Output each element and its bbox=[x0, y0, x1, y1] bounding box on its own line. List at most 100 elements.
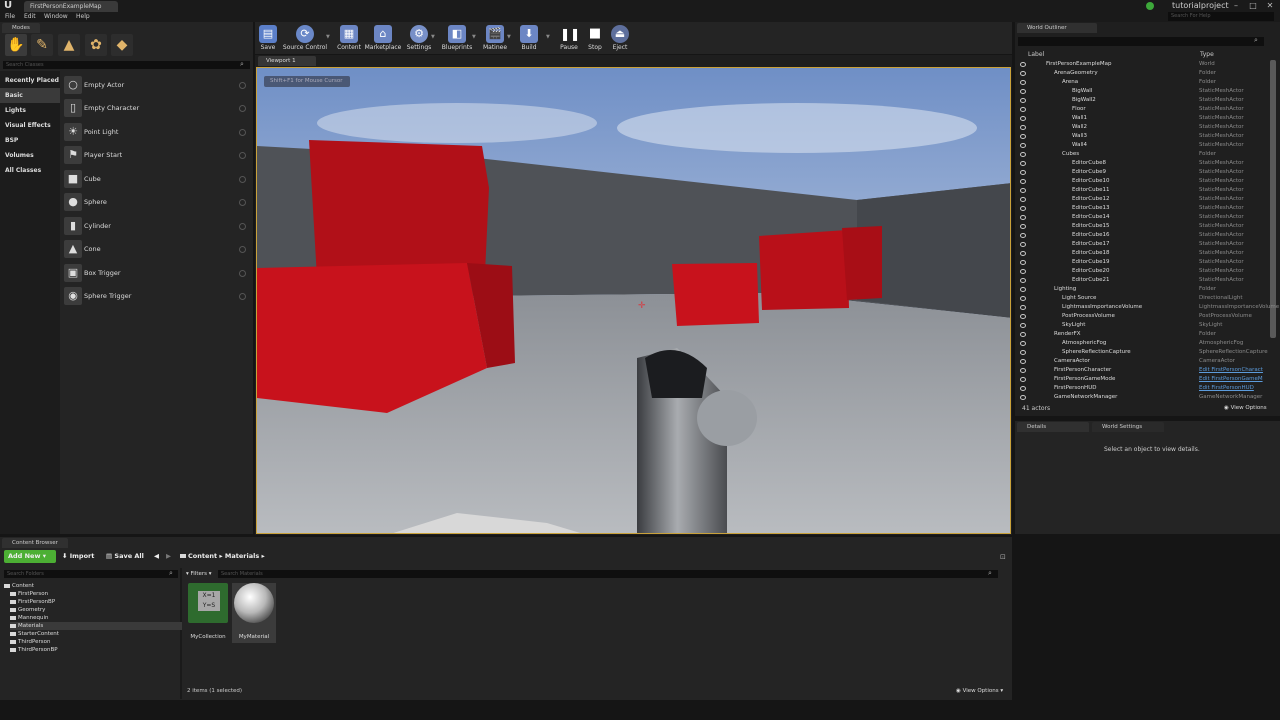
cb-view-options[interactable]: ◉ View Options ▾ bbox=[956, 688, 1003, 694]
visibility-eye-icon[interactable] bbox=[1020, 134, 1026, 139]
outliner-row[interactable]: Wall1 StaticMeshActor bbox=[1016, 114, 1278, 123]
outliner-row[interactable]: EditorCube13 StaticMeshActor bbox=[1016, 204, 1278, 213]
matinee-dropdown-icon[interactable]: ▼ bbox=[507, 34, 511, 40]
visibility-eye-icon[interactable] bbox=[1020, 62, 1026, 67]
visibility-eye-icon[interactable] bbox=[1020, 206, 1026, 211]
outliner-row[interactable]: EditorCube15 StaticMeshActor bbox=[1016, 222, 1278, 231]
geometry-mode-icon[interactable]: ◆ bbox=[111, 34, 133, 56]
outliner-row[interactable]: FirstPersonCharacter Edit FirstPersonChar… bbox=[1016, 366, 1278, 375]
outliner-row[interactable]: FirstPersonGameMode Edit FirstPersonGameM bbox=[1016, 375, 1278, 384]
outliner-row[interactable]: Cubes Folder bbox=[1016, 150, 1278, 159]
history-forward-icon[interactable]: ▶ bbox=[166, 550, 171, 563]
visibility-eye-icon[interactable] bbox=[1020, 251, 1026, 256]
landscape-mode-icon[interactable]: ▲ bbox=[58, 34, 80, 56]
folder-tree-item[interactable]: FirstPersonBP bbox=[10, 598, 55, 606]
visibility-eye-icon[interactable] bbox=[1020, 71, 1026, 76]
category-recently-placed[interactable]: Recently Placed bbox=[0, 73, 60, 88]
visibility-eye-icon[interactable] bbox=[1020, 386, 1026, 391]
maximize-icon[interactable]: □ bbox=[1245, 0, 1261, 12]
visibility-eye-icon[interactable] bbox=[1020, 314, 1026, 319]
outliner-row-type[interactable]: Edit FirstPersonHUD bbox=[1199, 384, 1254, 393]
outliner-row[interactable]: FirstPersonExampleMap World bbox=[1016, 60, 1278, 69]
outliner-row[interactable]: EditorCube9 StaticMeshActor bbox=[1016, 168, 1278, 177]
place-item-cylinder[interactable]: ▮ Cylinder bbox=[62, 215, 250, 237]
outliner-row[interactable]: LightmassImportanceVolume LightmassImport… bbox=[1016, 303, 1279, 312]
outliner-row[interactable]: BigWall2 StaticMeshActor bbox=[1016, 96, 1278, 105]
place-item-empty-character[interactable]: ▯ Empty Character bbox=[62, 97, 250, 119]
menu-edit[interactable]: Edit bbox=[24, 12, 36, 22]
place-item-box-trigger[interactable]: ▣ Box Trigger bbox=[62, 262, 250, 284]
asset-mycollection[interactable]: X=1 Y=S MyCollection bbox=[186, 583, 230, 643]
content-browser-tab[interactable]: Content Browser bbox=[2, 538, 68, 548]
world-settings-tab[interactable]: World Settings bbox=[1092, 422, 1164, 432]
save-all-button[interactable]: ▤ Save All bbox=[106, 550, 144, 563]
outliner-row[interactable]: EditorCube17 StaticMeshActor bbox=[1016, 240, 1278, 249]
outliner-row[interactable]: EditorCube12 StaticMeshActor bbox=[1016, 195, 1278, 204]
details-tab[interactable]: Details bbox=[1017, 422, 1089, 432]
menu-window[interactable]: Window bbox=[44, 12, 68, 22]
visibility-eye-icon[interactable] bbox=[1020, 359, 1026, 364]
visibility-eye-icon[interactable] bbox=[1020, 170, 1026, 175]
outliner-row[interactable]: SkyLight SkyLight bbox=[1016, 321, 1278, 330]
build-dropdown-icon[interactable]: ▼ bbox=[546, 34, 550, 40]
filters-button[interactable]: ▾ Filters ▾ bbox=[186, 570, 212, 578]
place-item-sphere[interactable]: ● Sphere bbox=[62, 191, 250, 213]
viewport-scene[interactable]: ✛ bbox=[256, 67, 1011, 534]
modes-tab[interactable]: Modes bbox=[2, 23, 40, 33]
outliner-row[interactable]: RenderFX Folder bbox=[1016, 330, 1278, 339]
category-all-classes[interactable]: All Classes bbox=[0, 163, 60, 178]
visibility-eye-icon[interactable] bbox=[1020, 260, 1026, 265]
history-back-icon[interactable]: ◀ bbox=[154, 550, 159, 563]
folder-tree-item[interactable]: FirstPerson bbox=[10, 590, 48, 598]
category-volumes[interactable]: Volumes bbox=[0, 148, 60, 163]
folder-tree-item[interactable]: Materials bbox=[10, 622, 182, 630]
visibility-eye-icon[interactable] bbox=[1020, 161, 1026, 166]
visibility-eye-icon[interactable] bbox=[1020, 152, 1026, 157]
place-item-sphere-trigger[interactable]: ◉ Sphere Trigger bbox=[62, 285, 250, 307]
visibility-eye-icon[interactable] bbox=[1020, 179, 1026, 184]
outliner-row[interactable]: EditorCube19 StaticMeshActor bbox=[1016, 258, 1278, 267]
outliner-row[interactable]: EditorCube10 StaticMeshActor bbox=[1016, 177, 1278, 186]
folder-tree-item[interactable]: ThirdPerson bbox=[10, 638, 51, 646]
visibility-eye-icon[interactable] bbox=[1020, 287, 1026, 292]
outliner-row[interactable]: CameraActor CameraActor bbox=[1016, 357, 1278, 366]
visibility-eye-icon[interactable] bbox=[1020, 341, 1026, 346]
outliner-row[interactable]: EditorCube21 StaticMeshActor bbox=[1016, 276, 1278, 285]
breadcrumb-materials[interactable]: Materials bbox=[225, 552, 259, 560]
outliner-row[interactable]: EditorCube14 StaticMeshActor bbox=[1016, 213, 1278, 222]
outliner-row[interactable]: Floor StaticMeshActor bbox=[1016, 105, 1278, 114]
stop-button[interactable]: ■ Stop bbox=[585, 22, 605, 54]
category-bsp[interactable]: BSP bbox=[0, 133, 60, 148]
outliner-row[interactable]: FirstPersonHUD Edit FirstPersonHUD bbox=[1016, 384, 1278, 393]
viewport-tab[interactable]: Viewport 1 bbox=[258, 56, 316, 66]
search-help-input[interactable]: Search For Help bbox=[1168, 12, 1274, 21]
outliner-row-type[interactable]: Edit FirstPersonCharact bbox=[1199, 366, 1263, 375]
build-button[interactable]: ⬇ Build bbox=[518, 22, 540, 54]
asset-mymaterial[interactable]: MyMaterial bbox=[232, 583, 276, 643]
marketplace-button[interactable]: ⌂ Marketplace bbox=[364, 22, 402, 54]
folder-tree-item[interactable]: Mannequin bbox=[10, 614, 48, 622]
outliner-row[interactable]: EditorCube11 StaticMeshActor bbox=[1016, 186, 1278, 195]
outliner-search-input[interactable] bbox=[1018, 37, 1264, 46]
breadcrumb-content[interactable]: Content bbox=[188, 552, 217, 560]
place-item-cone[interactable]: ▲ Cone bbox=[62, 238, 250, 260]
source-control-button[interactable]: ⟳ Source Control bbox=[282, 22, 328, 54]
eject-button[interactable]: ⏏ Eject bbox=[610, 22, 630, 54]
outliner-row-type[interactable]: Edit FirstPersonGameM bbox=[1199, 375, 1263, 384]
visibility-eye-icon[interactable] bbox=[1020, 125, 1026, 130]
visibility-eye-icon[interactable] bbox=[1020, 296, 1026, 301]
outliner-row[interactable]: Wall3 StaticMeshActor bbox=[1016, 132, 1278, 141]
col-type-header[interactable]: Type bbox=[1200, 51, 1214, 58]
outliner-row[interactable]: Wall4 StaticMeshActor bbox=[1016, 141, 1278, 150]
visibility-eye-icon[interactable] bbox=[1020, 116, 1026, 121]
folder-tree-item[interactable]: StarterContent bbox=[10, 630, 59, 638]
outliner-row[interactable]: EditorCube20 StaticMeshActor bbox=[1016, 267, 1278, 276]
search-folders-input[interactable]: Search Folders bbox=[4, 570, 178, 578]
visibility-eye-icon[interactable] bbox=[1020, 368, 1026, 373]
search-classes-input[interactable]: Search Classes bbox=[3, 61, 250, 69]
outliner-row[interactable]: Light Source DirectionalLight bbox=[1016, 294, 1278, 303]
outliner-row[interactable]: EditorCube16 StaticMeshActor bbox=[1016, 231, 1278, 240]
visibility-eye-icon[interactable] bbox=[1020, 305, 1026, 310]
col-label-header[interactable]: Label bbox=[1028, 51, 1044, 58]
source-control-status-icon[interactable] bbox=[1146, 2, 1154, 10]
